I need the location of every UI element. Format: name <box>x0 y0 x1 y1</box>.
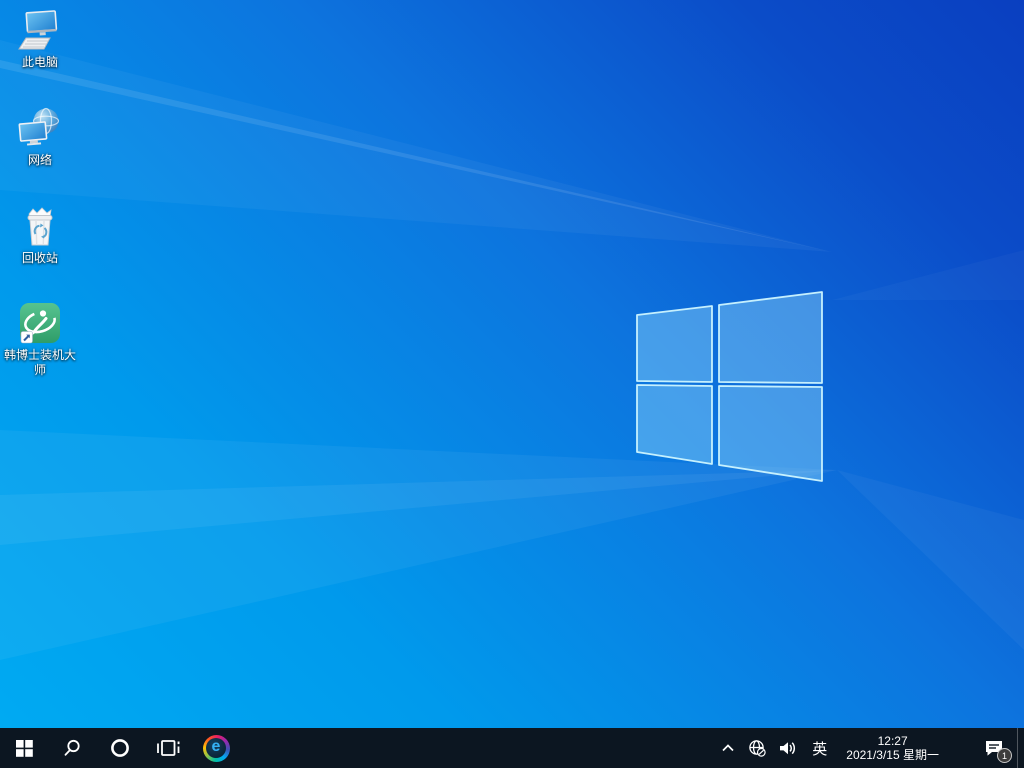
clock-date: 2021/3/15 星期一 <box>846 748 939 762</box>
notification-count-badge: 1 <box>997 748 1012 763</box>
desktop-icon-label: 回收站 <box>21 251 58 265</box>
desktop-icon-this-pc[interactable]: 此电脑 <box>2 8 78 70</box>
browser-taskbar-button[interactable]: e <box>192 728 240 768</box>
chevron-up-icon <box>722 744 734 752</box>
desktop-icon-hanboshi[interactable]: 韩博士装机大师 <box>2 301 78 378</box>
system-tray: 英 12:27 2021/3/15 星期一 1 <box>714 728 1024 768</box>
task-view-button[interactable] <box>144 728 192 768</box>
desktop-icon-label: 此电脑 <box>21 55 58 69</box>
shortcut-arrow-overlay <box>20 331 33 344</box>
light-rays <box>0 40 1024 660</box>
hanboshi-app-icon <box>20 303 60 344</box>
start-button[interactable] <box>0 728 48 768</box>
search-button[interactable] <box>48 728 96 768</box>
show-desktop-button[interactable] <box>1017 728 1024 768</box>
windows-logo <box>636 291 823 482</box>
browser-rainbow-ring-icon: e <box>202 734 230 762</box>
globe-no-internet-icon <box>749 739 766 757</box>
desktop-icon-label: 韩博士装机大师 <box>3 348 76 377</box>
wallpaper-art <box>0 40 1024 660</box>
taskbar: e 英 12:27 2021/3/15 星期一 1 <box>0 728 1024 768</box>
desktop-wallpaper: 此电脑 网络 回收站 韩博士装机大师 <box>0 0 1024 728</box>
hidden-icons-button[interactable] <box>714 728 742 768</box>
browser-letter: e <box>211 738 221 755</box>
network-icon <box>18 107 60 146</box>
input-language-indicator[interactable]: 英 <box>803 728 836 768</box>
desktop-icon-label: 网络 <box>27 153 52 167</box>
cortana-circle-icon <box>111 739 129 757</box>
task-view-icon <box>157 740 180 756</box>
taskbar-left: e <box>0 728 240 768</box>
cortana-button[interactable] <box>96 728 144 768</box>
search-icon <box>64 739 80 756</box>
desktop-icon-network[interactable]: 网络 <box>2 106 78 168</box>
network-status-button[interactable] <box>742 728 773 768</box>
volume-button[interactable] <box>773 728 803 768</box>
speaker-icon <box>780 741 796 754</box>
windows-start-icon <box>15 739 33 757</box>
recycle-bin-icon <box>27 207 53 246</box>
clock[interactable]: 12:27 2021/3/15 星期一 <box>836 728 949 768</box>
action-center-button[interactable]: 1 <box>975 728 1017 768</box>
desktop-icon-recycle-bin[interactable]: 回收站 <box>2 204 78 266</box>
clock-time: 12:27 <box>877 734 908 748</box>
this-pc-icon <box>18 10 58 50</box>
